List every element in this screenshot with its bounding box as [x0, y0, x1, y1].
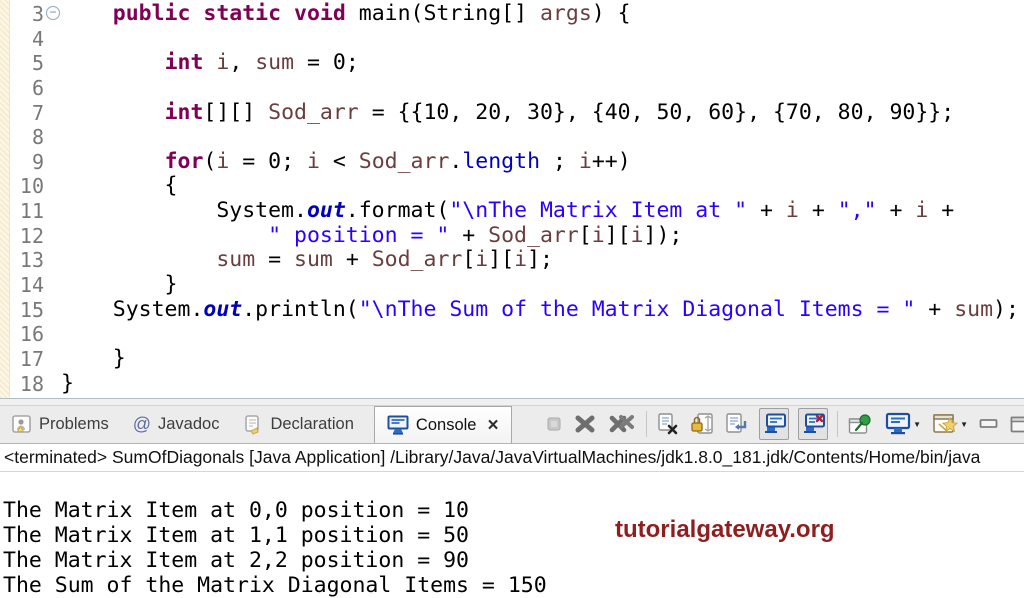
line-number: 8	[0, 125, 44, 150]
word-wrap-icon[interactable]	[724, 408, 750, 440]
code-line[interactable]: 11 System.out.format("\nThe Matrix Item …	[0, 199, 1024, 224]
eclipse-window: 3− public static void main(String[] args…	[0, 0, 1024, 598]
code-text: }	[61, 347, 126, 372]
console-output-line: The Matrix Item at 1,1 position = 50	[3, 523, 1024, 548]
code-line[interactable]: 9 for(i = 0; i < Sod_arr.length ; i++)	[0, 150, 1024, 175]
scroll-lock-icon[interactable]	[689, 408, 715, 440]
code-line[interactable]: 15 System.out.println("\nThe Sum of the …	[0, 298, 1024, 323]
console-output: The Matrix Item at 0,0 position = 10The …	[0, 472, 1024, 598]
code-text: public static void main(String[] args) {	[61, 2, 631, 27]
line-number: 12	[0, 224, 44, 249]
tab-label: Problems	[39, 415, 109, 434]
show-stderr-icon[interactable]	[798, 408, 828, 440]
code-text: System.out.format("\nThe Matrix Item at …	[61, 199, 954, 224]
line-number: 4	[0, 27, 44, 52]
remove-all-terminated-icon[interactable]	[607, 408, 637, 440]
maximize-icon[interactable]	[1009, 408, 1024, 440]
code-area[interactable]: 3− public static void main(String[] args…	[0, 2, 1024, 396]
editor-panel-sash[interactable]	[0, 398, 1024, 405]
code-line[interactable]: 10 {	[0, 174, 1024, 199]
clear-console-icon[interactable]	[656, 408, 680, 440]
line-number: 5	[0, 51, 44, 76]
code-line[interactable]: 4	[0, 27, 1024, 52]
code-line[interactable]: 6	[0, 76, 1024, 101]
line-number: 9	[0, 150, 44, 175]
line-number: 11	[0, 199, 44, 224]
code-line[interactable]: 7 int[][] Sod_arr = {{10, 20, 30}, {40, …	[0, 101, 1024, 126]
problems-icon	[12, 415, 32, 434]
code-line[interactable]: 14 }	[0, 273, 1024, 298]
tab-javadoc[interactable]: @ Javadoc	[121, 406, 232, 443]
tab-label: Javadoc	[158, 415, 219, 434]
tab-problems[interactable]: Problems	[0, 406, 121, 443]
code-line[interactable]: 8	[0, 125, 1024, 150]
tab-label: Console	[416, 416, 477, 435]
code-editor[interactable]: 3− public static void main(String[] args…	[0, 0, 1024, 398]
fold-collapse-icon[interactable]: −	[46, 6, 60, 20]
minimize-icon[interactable]	[978, 408, 1000, 440]
code-text: for(i = 0; i < Sod_arr.length ; i++)	[61, 150, 631, 175]
code-text: int[][] Sod_arr = {{10, 20, 30}, {40, 50…	[61, 101, 954, 126]
line-number: 16	[0, 322, 44, 347]
watermark-text: tutorialgateway.org	[615, 516, 835, 544]
chevron-down-icon: ▼	[913, 420, 921, 429]
tab-console[interactable]: Console ×	[374, 406, 512, 443]
line-number: 18	[0, 372, 44, 397]
code-text: }	[61, 372, 74, 397]
pin-console-icon[interactable]	[847, 408, 875, 440]
show-stdout-icon[interactable]	[759, 408, 789, 440]
tab-label: Declaration	[270, 415, 353, 434]
toolbar-separator	[837, 411, 838, 437]
line-number: 17	[0, 347, 44, 372]
line-number: 14	[0, 273, 44, 298]
chevron-down-icon: ▼	[960, 420, 968, 429]
code-line[interactable]: 3− public static void main(String[] args…	[0, 2, 1024, 27]
line-number: 10	[0, 174, 44, 199]
console-view[interactable]: The Matrix Item at 0,0 position = 10The …	[0, 472, 1024, 598]
console-status-line: <terminated> SumOfDiagonals [Java Applic…	[0, 444, 1024, 472]
code-text: System.out.println("\nThe Sum of the Mat…	[61, 298, 1019, 323]
code-line[interactable]: 18}	[0, 372, 1024, 397]
line-number: 7	[0, 101, 44, 126]
tab-declaration[interactable]: Declaration	[231, 406, 365, 443]
javadoc-icon: @	[133, 414, 151, 435]
code-line[interactable]: 12 " position = " + Sod_arr[i][i]);	[0, 224, 1024, 249]
code-line[interactable]: 17 }	[0, 347, 1024, 372]
line-number: 3	[0, 2, 44, 27]
code-text: int i, sum = 0;	[61, 51, 359, 76]
code-text: sum = sum + Sod_arr[i][i];	[61, 248, 553, 273]
line-number: 15	[0, 298, 44, 323]
code-text: " position = " + Sod_arr[i][i]);	[61, 224, 682, 249]
line-number: 13	[0, 248, 44, 273]
close-icon[interactable]: ×	[487, 416, 498, 435]
display-selected-console-icon[interactable]: ▼	[884, 408, 922, 440]
console-output-line: The Matrix Item at 2,2 position = 90	[3, 548, 1024, 573]
terminate-icon[interactable]	[546, 408, 563, 440]
console-output-line: The Sum of the Matrix Diagonal Items = 1…	[3, 573, 1024, 598]
code-line[interactable]: 5 int i, sum = 0;	[0, 51, 1024, 76]
console-icon	[387, 415, 409, 436]
remove-launch-icon[interactable]	[572, 408, 598, 440]
declaration-icon	[243, 415, 263, 435]
code-line[interactable]: 13 sum = sum + Sod_arr[i][i];	[0, 248, 1024, 273]
code-text: }	[61, 273, 178, 298]
line-number: 6	[0, 76, 44, 101]
toolbar-separator	[646, 411, 647, 437]
launch-status: <terminated> SumOfDiagonals [Java Applic…	[4, 447, 980, 468]
open-console-icon[interactable]: ▼	[931, 408, 969, 440]
console-output-line: The Matrix Item at 0,0 position = 10	[3, 498, 1024, 523]
code-line[interactable]: 16	[0, 322, 1024, 347]
console-toolbar: ▼ ▼	[546, 405, 1024, 443]
code-text: {	[61, 174, 178, 199]
